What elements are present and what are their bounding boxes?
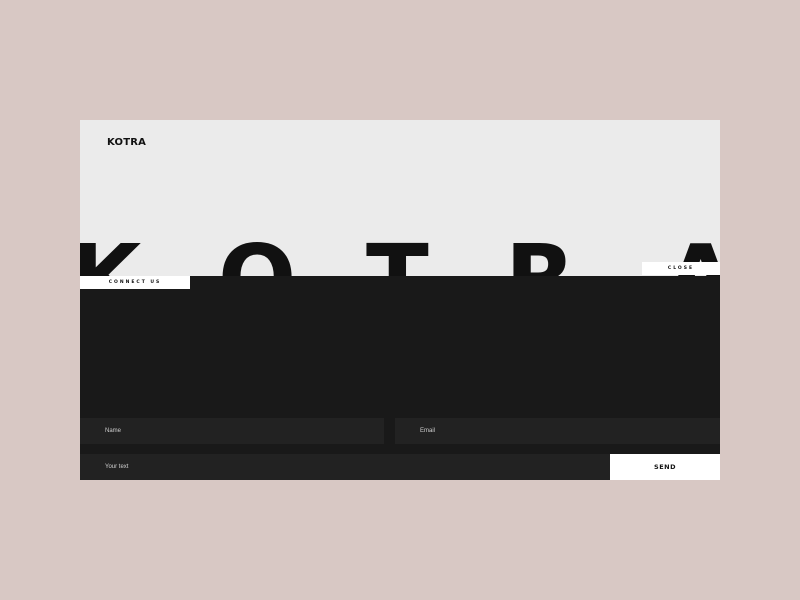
email-field[interactable]: Email: [395, 418, 720, 444]
logo[interactable]: KOTRA: [107, 137, 146, 148]
contact-panel: [80, 276, 720, 480]
message-field[interactable]: Your text: [80, 454, 610, 480]
connect-us-tab[interactable]: CONNECT US: [80, 276, 190, 289]
send-button[interactable]: SEND: [610, 454, 720, 480]
contact-screen: KOTRA K O T R A CONNECT US CLOSE Name Em…: [80, 120, 720, 480]
close-button[interactable]: CLOSE: [642, 262, 720, 275]
name-field[interactable]: Name: [80, 418, 384, 444]
